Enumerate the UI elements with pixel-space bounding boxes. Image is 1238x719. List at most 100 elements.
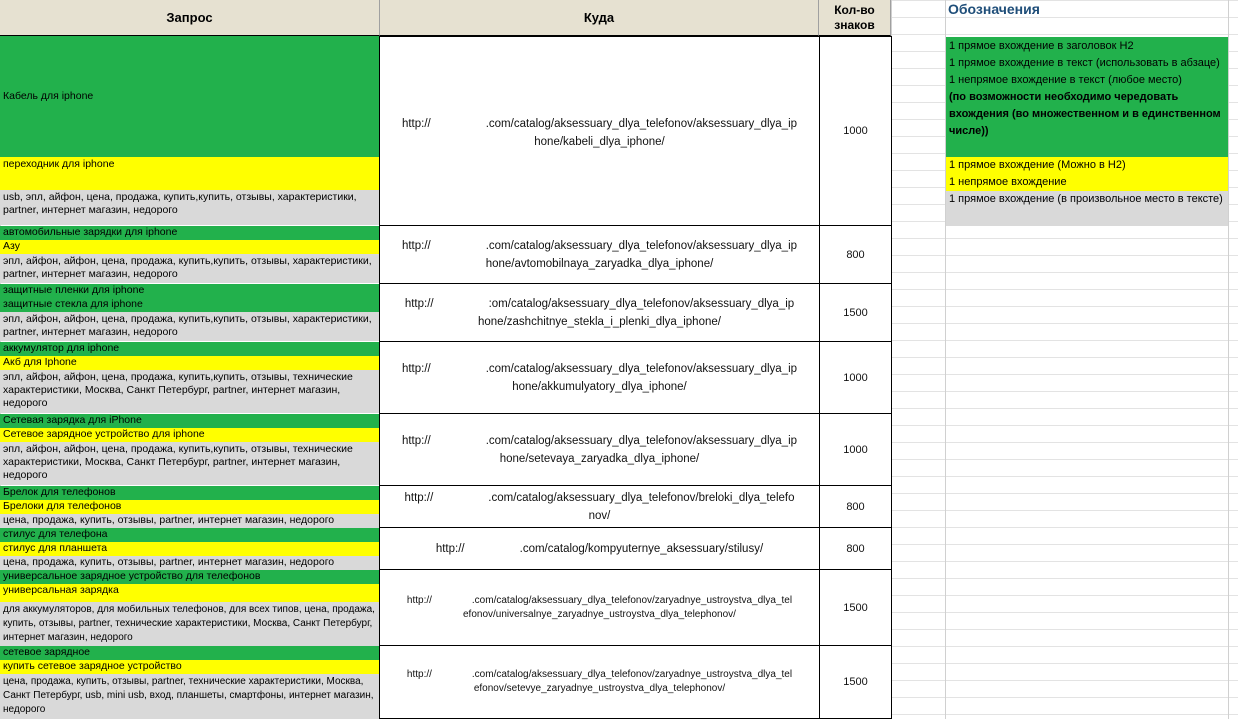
url-text: http:// (401, 434, 431, 447)
chars-cell[interactable]: 1500 (819, 645, 892, 719)
url-text: efonov/universalnye_zaryadnye_ustroystva… (463, 608, 736, 620)
header-target[interactable]: Куда (380, 0, 819, 36)
query-yellow-cell[interactable]: Сетевое зарядное устройство для iphone (0, 428, 380, 442)
query-text: универсальное зарядное устройство для те… (3, 570, 261, 582)
target-url-cell[interactable]: http:// .com/catalog/kompyuternye_aksessu… (379, 527, 820, 570)
target-url-cell[interactable]: http:// .com/catalog/aksessuary_dlya_tele… (379, 413, 820, 486)
url-text: nov/ (588, 509, 611, 522)
query-gray-cell[interactable]: цена, продажа, купить, отзывы, partner, … (0, 514, 380, 528)
url-text: efonov/setevye_zaryadnye_ustroystva_dlya… (473, 683, 726, 694)
url-text: :om/catalog/aksessuary_dlya_telefonov/ak… (488, 297, 795, 310)
query-yellow-cell[interactable]: стилус для планшета (0, 542, 380, 556)
url-text: .com/catalog/aksessuary_dlya_telefonov/a… (485, 434, 798, 447)
target-url-cell[interactable]: http:// :om/catalog/aksessuary_dlya_telef… (379, 283, 820, 342)
target-url-cell[interactable]: http:// .com/catalog/aksessuary_dlya_tele… (379, 485, 820, 528)
chars-cell[interactable]: 1000 (819, 36, 892, 226)
query-text: цена, продажа, купить, отзывы, partner, … (3, 676, 374, 715)
url-text: .com/catalog/aksessuary_dlya_telefonov/z… (471, 669, 793, 680)
query-gray-cell[interactable]: цена, продажа, купить, отзывы, partner, … (0, 556, 380, 570)
url-text: http:// (401, 118, 431, 130)
query-green-cell[interactable]: универсальное зарядное устройство для те… (0, 570, 380, 584)
query-text: эпл, айфон, айфон, цена, продажа, купить… (3, 443, 353, 481)
query-green-cell[interactable]: автомобильные зарядки для iphone (0, 226, 380, 240)
query-yellow-cell[interactable]: переходник для iphone (0, 157, 380, 190)
target-url-cell[interactable]: http:// .com/catalog/aksessuary_dlya_tele… (379, 645, 820, 719)
query-green-cell[interactable]: Кабель для iphone (0, 36, 380, 157)
query-green-cell[interactable]: аккумулятор для iphone (0, 342, 380, 356)
query-green-cell[interactable]: сетевое зарядное (0, 646, 380, 660)
query-text: для аккумуляторов, для мобильных телефон… (3, 604, 375, 643)
chars-cell[interactable]: 1500 (819, 569, 892, 646)
url-text: http:// (406, 594, 432, 606)
url-text: http:// (404, 297, 434, 310)
query-gray-cell[interactable]: эпл, айфон, айфон, цена, продажа, купить… (0, 370, 380, 413)
url-text: http:// (406, 669, 432, 680)
legend-item: 1 прямое вхождение (Можно в H2) (949, 159, 1126, 171)
query-text: Акб для Iphone (3, 356, 77, 368)
legend-note: (по возможности необходимо чередовать вх… (949, 91, 1221, 137)
query-yellow-cell[interactable]: Брелоки для телефонов (0, 500, 380, 514)
query-gray-cell[interactable]: эпл, айфон, айфон, цена, продажа, купить… (0, 254, 380, 283)
query-text: купить сетевое зарядное устройство (3, 660, 182, 672)
legend-item: 1 непрямое вхождение (949, 176, 1067, 188)
query-text: Азу (3, 240, 20, 252)
query-yellow-cell[interactable]: Азу (0, 240, 380, 254)
query-text: Сетевая зарядка для iPhone (3, 414, 142, 426)
query-gray-cell[interactable]: для аккумуляторов, для мобильных телефон… (0, 602, 380, 646)
legend-item: 1 непрямое вхождение в текст (любое мест… (949, 74, 1182, 86)
chars-cell[interactable]: 800 (819, 225, 892, 284)
query-yellow-cell[interactable]: купить сетевое зарядное устройство (0, 660, 380, 674)
header-chars[interactable]: Кол-во знаков (819, 0, 891, 36)
url-text: .com/catalog/aksessuary_dlya_telefonov/a… (485, 239, 798, 252)
query-text: защитные стекла для iphone (3, 298, 143, 310)
chars-cell[interactable]: 1000 (819, 413, 892, 486)
legend-yellow-block[interactable]: 1 прямое вхождение (Можно в H2) 1 непрям… (946, 157, 1228, 191)
query-green-cell[interactable]: Сетевая зарядка для iPhone (0, 414, 380, 428)
url-text: hone/akkumulyatory_dlya_iphone/ (512, 380, 687, 393)
query-gray-cell[interactable]: эпл, айфон, айфон, цена, продажа, купить… (0, 312, 380, 341)
query-text: переходник для iphone (3, 158, 115, 170)
url-text: hone/setevaya_zaryadka_dlya_iphone/ (499, 452, 700, 465)
query-gray-cell[interactable]: usb, эпл, айфон, цена, продажа, купить,к… (0, 190, 380, 225)
query-green-cell[interactable]: защитные стекла для iphone (0, 298, 380, 312)
query-text: Брелоки для телефонов (3, 500, 122, 512)
query-yellow-cell[interactable]: универсальная зарядка (0, 584, 380, 602)
chars-cell[interactable]: 800 (819, 527, 892, 570)
query-text: сетевое зарядное (3, 646, 90, 658)
url-text: hone/kabeli_dlya_iphone/ (534, 136, 665, 148)
query-gray-cell[interactable]: цена, продажа, купить, отзывы, partner, … (0, 674, 380, 719)
column-divider (1228, 0, 1229, 719)
chars-cell[interactable]: 800 (819, 485, 892, 528)
query-text: цена, продажа, купить, отзывы, partner, … (3, 514, 335, 526)
query-green-cell[interactable]: Брелок для телефонов (0, 486, 380, 500)
query-green-cell[interactable]: защитные пленки для iphone (0, 284, 380, 298)
legend-item: 1 прямое вхождение (в произвольное место… (949, 193, 1223, 205)
query-text: цена, продажа, купить, отзывы, partner, … (3, 556, 335, 568)
query-text: эпл, айфон, айфон, цена, продажа, купить… (3, 313, 372, 338)
legend-green-block[interactable]: 1 прямое вхождение в заголовок H2 1 прям… (946, 37, 1228, 157)
query-text: универсальная зарядка (3, 584, 119, 596)
target-url-cell[interactable]: http:// .com/catalog/aksessuary_dlya_tele… (379, 569, 820, 646)
query-yellow-cell[interactable]: Акб для Iphone (0, 356, 380, 370)
query-text: аккумулятор для iphone (3, 342, 120, 354)
query-text: usb, эпл, айфон, цена, продажа, купить,к… (3, 191, 357, 216)
header-query[interactable]: Запрос (0, 0, 380, 36)
query-text: Кабель для iphone (3, 90, 94, 102)
query-gray-cell[interactable]: эпл, айфон, айфон, цена, продажа, купить… (0, 442, 380, 485)
url-text: http:// (404, 491, 434, 504)
url-text: hone/zashchitnye_stekla_i_plenki_dlya_ip… (478, 315, 721, 328)
target-url-cell[interactable]: http:// .com/catalog/aksessuary_dlya_tele… (379, 341, 820, 414)
legend-item: 1 прямое вхождение в заголовок H2 (949, 40, 1134, 52)
chars-cell[interactable]: 1500 (819, 283, 892, 342)
url-text: http:// (435, 542, 465, 555)
query-text: защитные пленки для iphone (3, 284, 145, 296)
query-text: Сетевое зарядное устройство для iphone (3, 428, 205, 440)
url-text: .com/catalog/kompyuternye_aksessuary/sti… (519, 542, 764, 555)
target-url-cell[interactable]: http:// .com/catalog/aksessuary_dlya_tele… (379, 36, 820, 226)
target-url-cell[interactable]: http:// .com/catalog/aksessuary_dlya_tele… (379, 225, 820, 284)
url-text: .com/catalog/aksessuary_dlya_telefonov/a… (485, 118, 798, 130)
url-text: http:// (401, 362, 431, 375)
legend-gray-block[interactable]: 1 прямое вхождение (в произвольное место… (946, 191, 1228, 226)
query-green-cell[interactable]: стилус для телефона (0, 528, 380, 542)
chars-cell[interactable]: 1000 (819, 341, 892, 414)
